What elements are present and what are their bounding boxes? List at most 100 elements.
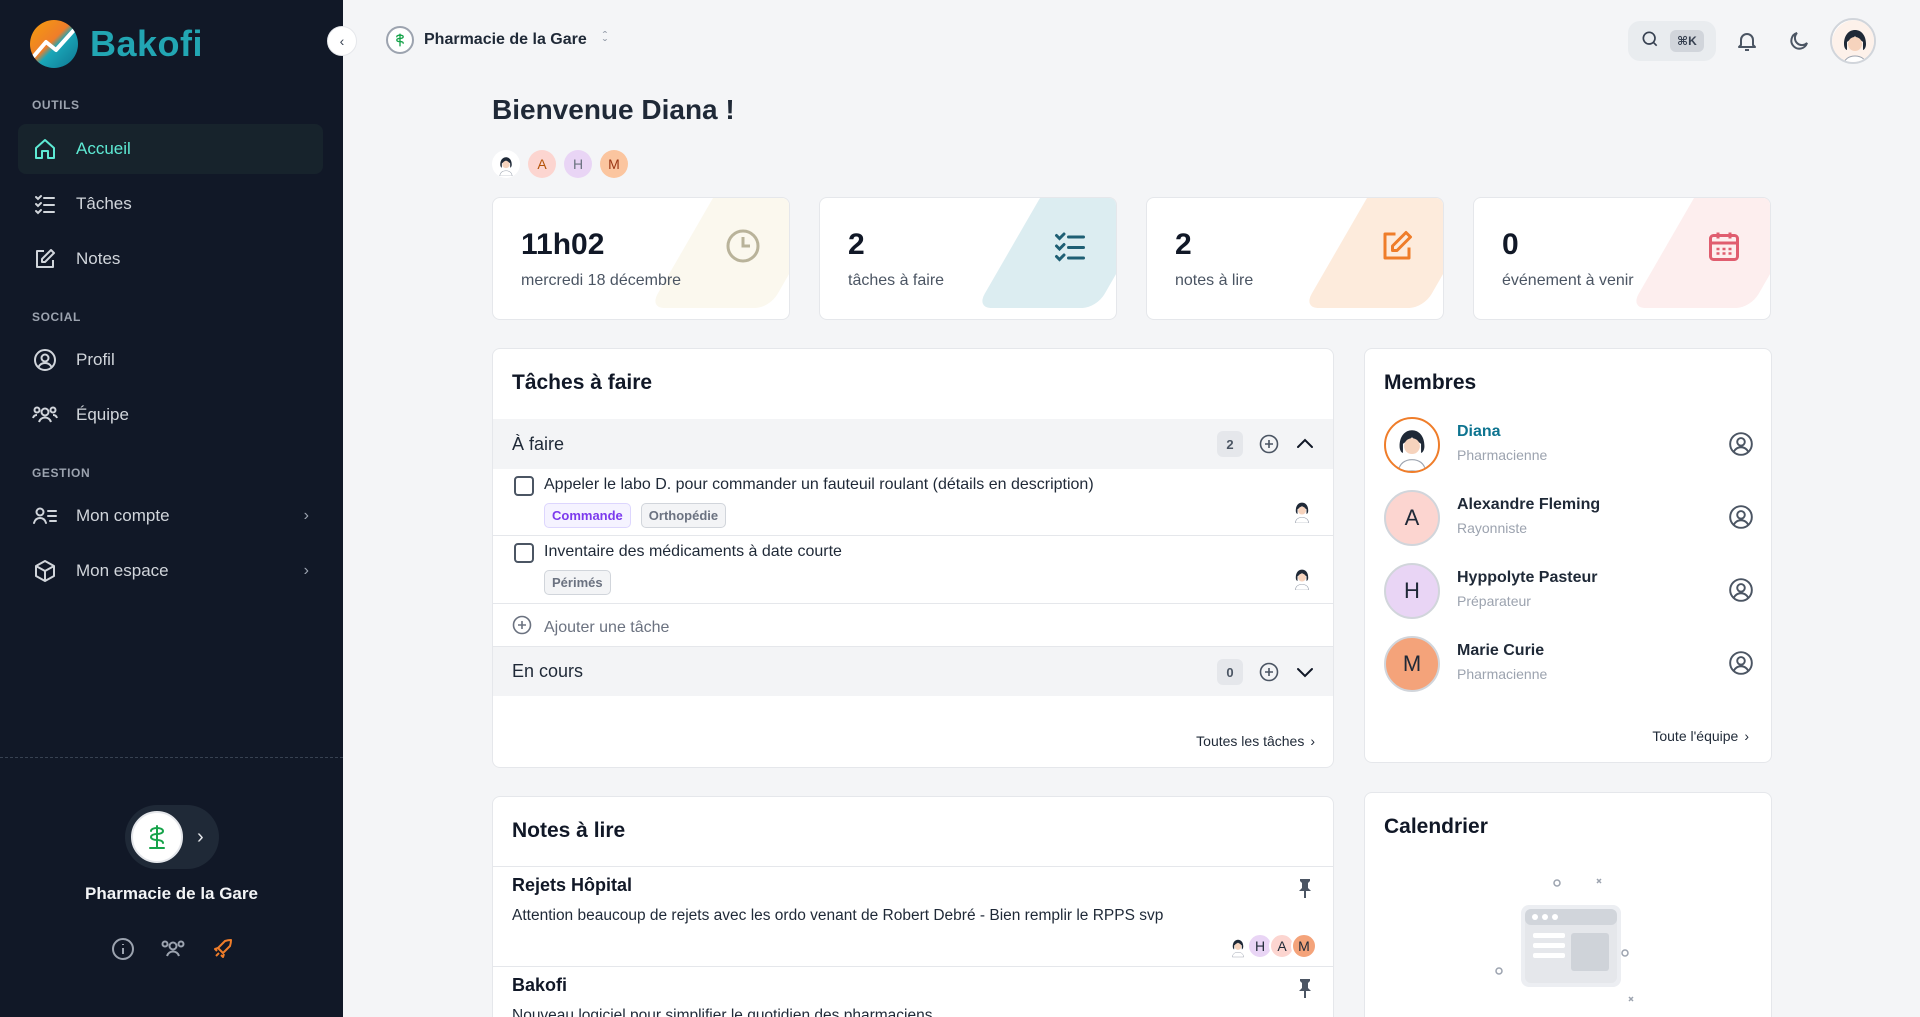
logo-icon — [30, 20, 78, 68]
task-group-in-progress[interactable]: En cours 0 — [493, 646, 1333, 696]
avatar: A — [1384, 490, 1440, 546]
chevron-right-icon: › — [303, 562, 309, 579]
note-item[interactable]: Rejets Hôpital Attention beaucoup de rej… — [493, 866, 1333, 966]
note-body: Nouveau logiciel pour simplifier le quot… — [512, 1007, 933, 1017]
assignee-avatar[interactable] — [1289, 497, 1315, 524]
task-checkbox[interactable] — [514, 476, 534, 496]
avatar[interactable] — [492, 150, 520, 178]
profile-icon[interactable] — [1728, 577, 1754, 603]
search-button[interactable]: ⌘K — [1628, 21, 1716, 61]
avatar[interactable]: M — [600, 150, 628, 178]
tag: Orthopédie — [640, 503, 727, 528]
member-name: Alexandre Fleming — [1457, 496, 1601, 513]
section-label-gestion: GESTION — [32, 466, 91, 480]
brand-logo[interactable]: Bakofi — [30, 20, 203, 68]
brand-name: Bakofi — [90, 23, 204, 64]
pin-icon[interactable] — [1295, 977, 1315, 999]
sidebar-item-label: Mon espace — [76, 561, 169, 580]
add-task-label: Ajouter une tâche — [544, 618, 670, 636]
team-icon — [32, 402, 58, 428]
tag: Commande — [544, 503, 631, 528]
member-row[interactable]: A Alexandre Fleming Rayonniste — [1384, 490, 1754, 550]
info-icon[interactable] — [110, 936, 136, 962]
avatar[interactable]: A — [528, 150, 556, 178]
avatar[interactable]: H — [564, 150, 592, 178]
org-name: Pharmacie de la Gare — [85, 884, 258, 903]
add-task-button[interactable]: Ajouter une tâche — [512, 615, 669, 640]
avatar — [1384, 417, 1440, 473]
member-role: Préparateur — [1457, 593, 1531, 609]
task-checkbox[interactable] — [514, 543, 534, 563]
empty-calendar-illustration — [1485, 877, 1635, 1017]
calendar-icon — [1704, 226, 1744, 266]
profile-icon[interactable] — [1728, 650, 1754, 676]
note-readers: H A M — [1225, 933, 1317, 959]
pin-icon[interactable] — [1295, 877, 1315, 899]
tasks-panel: Tâches à faire À faire 2 Appeler le labo… — [492, 348, 1334, 768]
sidebar-item-profil[interactable]: Profil — [18, 335, 323, 385]
all-team-link[interactable]: Toute l'équipe › — [1652, 728, 1749, 744]
note-body: Attention beaucoup de rejets avec les or… — [512, 907, 1164, 924]
sidebar-item-label: Profil — [76, 350, 115, 369]
task-item[interactable]: Appeler le labo D. pour commander un fau… — [493, 469, 1333, 536]
task-item[interactable]: Inventaire des médicaments à date courte… — [493, 536, 1333, 604]
sidebar-item-notes[interactable]: Notes — [18, 234, 323, 284]
sidebar-item-label: Accueil — [76, 139, 131, 158]
stat-value: 11h02 — [521, 228, 605, 261]
stat-card-tasks[interactable]: 2 tâches à faire — [819, 197, 1117, 320]
profile-icon[interactable] — [1728, 431, 1754, 457]
avatar: M — [1291, 933, 1317, 959]
note-title: Rejets Hôpital — [512, 875, 633, 895]
sidebar-item-label: Tâches — [76, 194, 132, 213]
sidebar-item-label: Notes — [76, 249, 121, 268]
tag: Périmés — [544, 570, 611, 595]
sidebar-item-taches[interactable]: Tâches — [18, 179, 323, 229]
members-panel: Membres Diana Pharmacienne A Alexandre F… — [1364, 348, 1772, 763]
org-switcher[interactable]: › — [125, 805, 219, 869]
chevron-left-icon: ‹ — [339, 33, 345, 49]
member-row[interactable]: Diana Pharmacienne — [1384, 417, 1754, 477]
edit-icon — [1377, 226, 1417, 266]
sidebar-item-equipe[interactable]: Équipe — [18, 390, 323, 440]
checklist-icon — [32, 191, 58, 217]
user-avatar[interactable] — [1830, 18, 1876, 64]
all-tasks-link[interactable]: Toutes les tâches › — [1196, 733, 1315, 749]
sidebar-item-mon-espace[interactable]: Mon espace › — [18, 546, 323, 596]
profile-icon[interactable] — [1728, 504, 1754, 530]
pharmacy-caduceus-icon — [131, 811, 183, 863]
stat-card-events[interactable]: 0 événement à venir — [1473, 197, 1771, 320]
sidebar-item-accueil[interactable]: Accueil — [18, 124, 323, 174]
link-label: Toute l'équipe — [1652, 728, 1739, 744]
member-row[interactable]: M Marie Curie Pharmacienne — [1384, 636, 1754, 696]
box-icon — [32, 558, 58, 584]
stat-card-notes[interactable]: 2 notes à lire — [1146, 197, 1444, 320]
collapse-sidebar-button[interactable]: ‹ — [327, 26, 357, 56]
task-tags: Commande Orthopédie — [544, 503, 727, 528]
stat-value: 0 — [1502, 228, 1519, 261]
chevron-up-icon[interactable] — [1293, 432, 1317, 456]
note-item[interactable]: Bakofi Nouveau logiciel pour simplifier … — [493, 966, 1333, 1017]
bell-icon[interactable] — [1732, 26, 1762, 56]
member-role: Rayonniste — [1457, 520, 1528, 536]
plus-circle-icon[interactable] — [1259, 434, 1279, 454]
task-group-todo[interactable]: À faire 2 — [493, 419, 1333, 469]
plus-circle-icon[interactable] — [1259, 662, 1279, 682]
team-icon[interactable] — [160, 936, 186, 962]
card-decoration — [1303, 198, 1443, 308]
sidebar-item-mon-compte[interactable]: Mon compte › — [18, 491, 323, 541]
assignee-avatar[interactable] — [1289, 564, 1315, 591]
chevron-down-icon[interactable] — [1293, 660, 1317, 684]
moon-icon[interactable] — [1784, 26, 1814, 56]
avatar: M — [1384, 636, 1440, 692]
rocket-icon[interactable] — [210, 936, 236, 962]
member-role: Pharmacienne — [1457, 666, 1548, 682]
member-row[interactable]: H Hyppolyte Pasteur Préparateur — [1384, 563, 1754, 623]
group-label: À faire — [512, 433, 565, 454]
section-label-social: SOCIAL — [32, 310, 81, 324]
page-title: Bienvenue Diana ! — [492, 94, 735, 125]
clock-icon — [723, 226, 763, 266]
chevron-right-icon: › — [1744, 728, 1749, 744]
org-selector[interactable]: Pharmacie de la Gare ˆˇ — [386, 26, 607, 54]
card-decoration — [976, 198, 1116, 308]
section-label-outils: OUTILS — [32, 98, 80, 112]
